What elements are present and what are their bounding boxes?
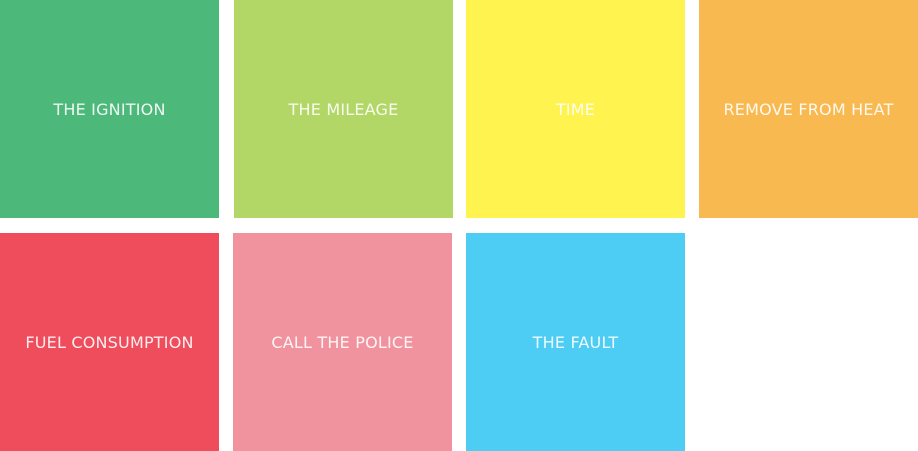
- tile-label: THE IGNITION: [53, 99, 166, 119]
- answer-tile-grid: THE IGNITION THE MILEAGE TIME REMOVE FRO…: [0, 0, 918, 451]
- tile-the-mileage[interactable]: THE MILEAGE: [234, 0, 453, 218]
- tile-label: THE MILEAGE: [288, 99, 399, 119]
- tile-time[interactable]: TIME: [466, 0, 685, 218]
- tile-the-fault[interactable]: THE FAULT: [466, 233, 685, 451]
- tile-fuel-consumption[interactable]: FUEL CONSUMPTION: [0, 233, 219, 451]
- tile-the-ignition[interactable]: THE IGNITION: [0, 0, 219, 218]
- tile-label: REMOVE FROM HEAT: [723, 99, 894, 119]
- tile-label: CALL THE POLICE: [271, 332, 414, 352]
- tile-label: FUEL CONSUMPTION: [25, 332, 194, 352]
- tile-remove-from-heat[interactable]: REMOVE FROM HEAT: [699, 0, 918, 218]
- tile-label: TIME: [555, 99, 596, 119]
- tile-label: THE FAULT: [532, 332, 619, 352]
- tile-call-the-police[interactable]: CALL THE POLICE: [233, 233, 452, 451]
